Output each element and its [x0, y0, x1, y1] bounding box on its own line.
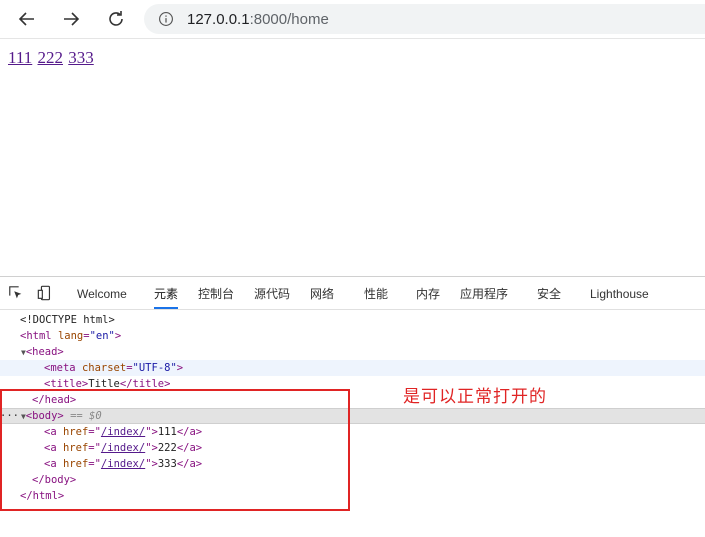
lang-value: "en" [89, 330, 115, 342]
link-333[interactable]: 333 [68, 48, 94, 67]
meta-tag: <meta [44, 362, 76, 374]
tab-elements[interactable]: 元素 [154, 277, 179, 309]
html-tag: <html [20, 330, 52, 342]
url-text[interactable]: 127.0.0.1:8000/home [187, 11, 329, 28]
inspect-element-icon[interactable] [7, 284, 25, 302]
page-links: 111 222 333 [8, 48, 95, 68]
browser-toolbar: 127.0.0.1:8000/home [0, 0, 705, 39]
tab-performance[interactable]: 性能 [364, 277, 388, 309]
tab-welcome[interactable]: Welcome [77, 277, 127, 309]
info-icon[interactable] [157, 10, 175, 28]
head-tag: <head> [25, 346, 64, 358]
reload-icon [109, 11, 123, 26]
dom-doctype[interactable]: <!DOCTYPE html> [0, 312, 705, 328]
tab-lighthouse[interactable]: Lighthouse [590, 277, 649, 309]
devtools-tab-bar: Welcome 元素 控制台 源代码 网络 性能 内存 应用程序 安全 Ligh… [0, 277, 705, 310]
doctype-text: <!DOCTYPE html> [20, 314, 115, 326]
device-toolbar-icon[interactable] [36, 284, 54, 302]
lang-attr: lang [57, 330, 84, 342]
link-222[interactable]: 222 [38, 48, 64, 67]
tab-sources[interactable]: 源代码 [254, 277, 290, 309]
url-path: :8000/home [249, 10, 329, 28]
charset-attr: charset [81, 362, 127, 374]
charset-value: "UTF-8" [132, 362, 177, 374]
tab-security[interactable]: 安全 [537, 277, 561, 309]
arrow-right-icon [64, 12, 80, 26]
tab-application[interactable]: 应用程序 [460, 277, 508, 309]
dom-head-open[interactable]: ▼<head> [0, 344, 705, 360]
tab-network[interactable]: 网络 [310, 277, 334, 309]
dom-html-open[interactable]: <html lang="en"> [0, 328, 705, 344]
link-111[interactable]: 111 [8, 48, 32, 67]
dom-meta[interactable]: <meta charset="UTF-8"> [0, 360, 705, 376]
tab-memory[interactable]: 内存 [416, 277, 440, 309]
arrow-left-icon [18, 12, 34, 26]
address-bar[interactable]: 127.0.0.1:8000/home [144, 4, 705, 34]
page-content: 111 222 333 [0, 39, 705, 276]
reload-button[interactable] [101, 4, 131, 34]
annotation-text: 是可以正常打开的 [403, 387, 547, 407]
tab-console[interactable]: 控制台 [198, 277, 234, 309]
highlight-box [0, 389, 350, 511]
back-button[interactable] [12, 4, 42, 34]
forward-button[interactable] [56, 4, 86, 34]
url-host: 127.0.0.1 [187, 10, 250, 28]
